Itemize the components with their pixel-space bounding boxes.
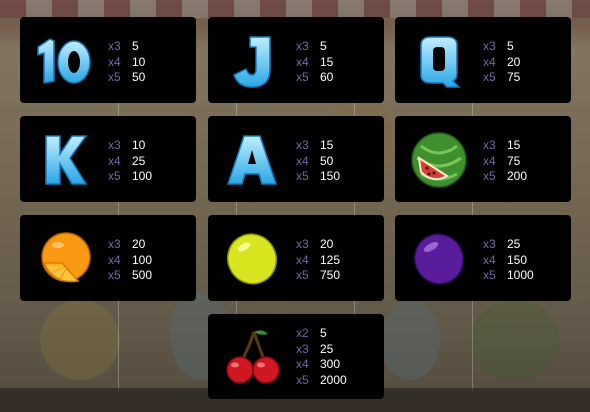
multiplier-label: x4 [108, 153, 121, 168]
multiplier-label: x5 [108, 169, 121, 183]
letter-q-icon [407, 31, 471, 91]
lemon-icon [220, 229, 284, 289]
paytable-card-k: x3 10 x4 25 x5 100 [20, 116, 196, 202]
paytable-card-plum: x3 25 x4 150 x5 1000 [395, 215, 571, 301]
multiplier-label: x5 [296, 372, 309, 387]
paytable-card-j: x3 5 x4 15 x5 60 [208, 17, 384, 103]
payout-value: 150 [507, 252, 528, 267]
payout-value: 50 [132, 70, 146, 84]
payout-value: 2000 [320, 372, 347, 387]
multiplier-label: x4 [296, 153, 309, 168]
payout-value: 500 [132, 268, 153, 282]
paytable-card-watermelon: x3 15 x4 75 x5 200 [395, 116, 571, 202]
multiplier-label: x5 [483, 268, 496, 282]
multiplier-label: x5 [108, 268, 121, 282]
paytable-card-cherry: x2 5 x3 25 x4 300 x5 2000 [208, 314, 384, 399]
payout-value: 300 [320, 357, 341, 371]
payout-value: 25 [320, 341, 334, 356]
multiplier-label: x3 [108, 138, 121, 152]
multiplier-label: x4 [483, 54, 496, 69]
payout-value: 100 [132, 169, 153, 183]
paytable-card-ten: x3 5 x4 10 x5 50 [20, 17, 196, 103]
multiplier-label: x5 [483, 169, 496, 183]
multiplier-label: x3 [296, 237, 309, 251]
multiplier-label: x5 [483, 70, 496, 84]
payout-value: 5 [507, 39, 514, 53]
letter-a-icon [220, 130, 284, 190]
payout-value: 75 [507, 70, 521, 84]
payout-value: 150 [320, 169, 341, 183]
payout-value: 75 [507, 153, 521, 168]
paytable-card-a: x3 15 x4 50 x5 150 [208, 116, 384, 202]
multiplier-label: x5 [296, 169, 309, 183]
payout-value: 10 [132, 54, 146, 69]
payout-value: 125 [320, 252, 341, 267]
multiplier-label: x3 [296, 39, 309, 53]
payout-value: 20 [320, 237, 334, 251]
multiplier-label: x3 [483, 237, 496, 251]
cherry-icon [220, 326, 284, 386]
multiplier-label: x4 [296, 54, 309, 69]
payout-value: 100 [132, 252, 153, 267]
plum-icon [407, 229, 471, 289]
payout-value: 25 [132, 153, 146, 168]
multiplier-label: x3 [483, 39, 496, 53]
orange-icon [32, 229, 96, 289]
payout-value: 5 [320, 39, 327, 53]
ten-icon [32, 31, 96, 91]
payout-value: 15 [320, 138, 334, 152]
multiplier-label: x4 [296, 357, 309, 371]
payout-value: 20 [132, 237, 146, 251]
letter-j-icon [220, 31, 284, 91]
multiplier-label: x3 [108, 237, 121, 251]
payout-value: 25 [507, 237, 521, 251]
paytable-card-orange: x3 20 x4 100 x5 500 [20, 215, 196, 301]
multiplier-label: x4 [483, 153, 496, 168]
multiplier-label: x3 [296, 138, 309, 152]
payout-value: 15 [507, 138, 521, 152]
paytable-card-lemon: x3 20 x4 125 x5 750 [208, 215, 384, 301]
payout-value: 60 [320, 70, 334, 84]
multiplier-label: x4 [108, 54, 121, 69]
multiplier-label: x3 [296, 341, 309, 356]
multiplier-label: x4 [483, 252, 496, 267]
payout-value: 10 [132, 138, 146, 152]
payout-value: 5 [132, 39, 139, 53]
multiplier-label: x3 [108, 39, 121, 53]
payout-value: 200 [507, 169, 528, 183]
multiplier-label: x2 [296, 326, 309, 340]
multiplier-label: x4 [108, 252, 121, 267]
letter-k-icon [32, 130, 96, 190]
payout-value: 15 [320, 54, 334, 69]
payout-value: 5 [320, 326, 327, 340]
multiplier-label: x5 [296, 70, 309, 84]
payout-value: 20 [507, 54, 521, 69]
multiplier-label: x4 [296, 252, 309, 267]
multiplier-label: x3 [483, 138, 496, 152]
payout-value: 1000 [507, 268, 534, 282]
multiplier-label: x5 [108, 70, 121, 84]
multiplier-label: x5 [296, 268, 309, 282]
payout-value: 750 [320, 268, 341, 282]
payout-value: 50 [320, 153, 334, 168]
watermelon-icon [407, 130, 471, 190]
paytable-card-q: x3 5 x4 20 x5 75 [395, 17, 571, 103]
